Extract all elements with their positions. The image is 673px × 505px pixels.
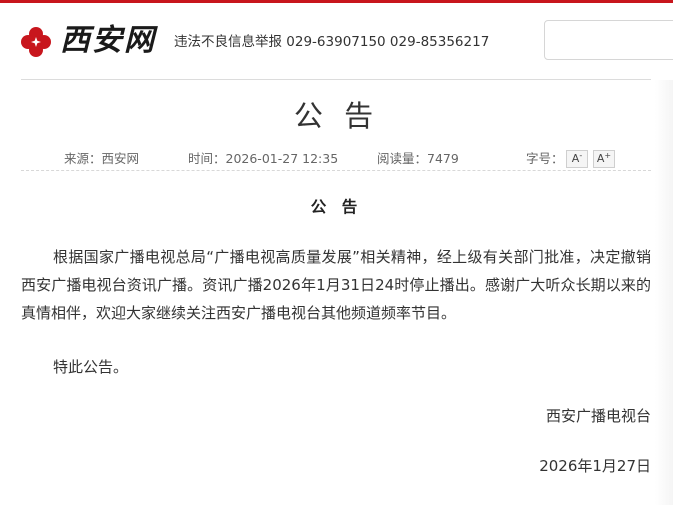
site-header: 西安网 违法不良信息举报 029-63907150 029-85356217 <box>0 3 673 80</box>
page-title: 公 告 <box>293 99 380 133</box>
site-logo-text[interactable]: 西安网 <box>60 21 156 61</box>
font-decrease-button[interactable]: A- <box>566 150 588 168</box>
article-time: 时间：2026-01-27 12:35 <box>188 151 339 166</box>
report-hotline: 违法不良信息举报 029-63907150 029-85356217 <box>174 34 490 50</box>
minus-icon: - <box>579 151 583 160</box>
header-divider <box>21 79 651 80</box>
article-closing-paragraph: 特此公告。 <box>53 358 129 376</box>
article-body-paragraph: 根据国家广播电视总局“广播电视高质量发展”相关精神，经上级有关部门批准，决定撤销… <box>21 248 651 322</box>
article-source: 来源：西安网 <box>64 151 140 166</box>
font-size-label: 字号： <box>526 151 564 166</box>
meta-divider <box>21 170 651 171</box>
article-signature: 西安广播电视台 <box>545 407 651 425</box>
right-edge-shade <box>655 80 673 505</box>
article-subtitle: 公 告 <box>310 198 363 216</box>
plus-icon: + <box>604 151 612 160</box>
article-date: 2026年1月27日 <box>539 457 651 475</box>
logo-flower-icon[interactable] <box>21 27 51 57</box>
article-views: 阅读量：7479 <box>377 151 459 166</box>
font-increase-button[interactable]: A+ <box>593 150 615 168</box>
search-input[interactable] <box>544 20 673 60</box>
